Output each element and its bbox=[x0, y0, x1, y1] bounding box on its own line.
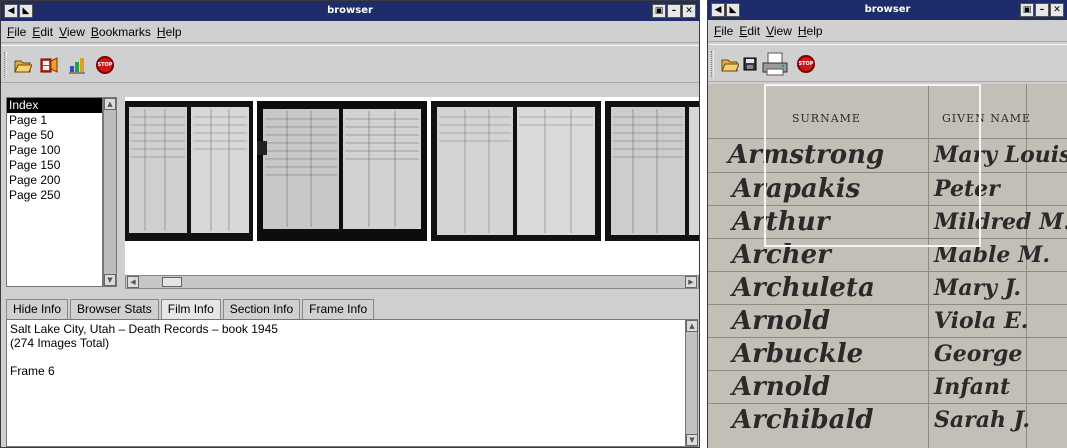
close-icon[interactable]: ✕ bbox=[1050, 3, 1064, 17]
record-surname: Arnold bbox=[732, 306, 831, 336]
info-panel[interactable]: Salt Lake City, Utah – Death Records – b… bbox=[6, 319, 686, 447]
scroll-left-arrow-icon[interactable]: ◀ bbox=[127, 276, 139, 288]
record-given-name: Viola E. bbox=[934, 308, 1029, 334]
row-divider bbox=[708, 337, 1067, 338]
row-divider bbox=[708, 271, 1067, 272]
menu-edit[interactable]: Edit bbox=[739, 24, 760, 38]
record-given-name: Infant bbox=[934, 374, 1011, 400]
menu-file[interactable]: File bbox=[7, 25, 26, 39]
frame-thumbnail[interactable] bbox=[125, 101, 253, 241]
record-given-name: Sarah J. bbox=[934, 407, 1031, 433]
close-icon[interactable]: ✕ bbox=[682, 4, 696, 18]
list-item[interactable]: Page 50 bbox=[7, 128, 102, 143]
info-line-count: (274 Images Total) bbox=[10, 336, 110, 350]
menu-bar: File Edit View Help bbox=[708, 20, 1067, 42]
printer-icon[interactable] bbox=[760, 50, 790, 78]
toolbar-grip[interactable] bbox=[4, 52, 7, 78]
record-given-name: Mary J. bbox=[934, 275, 1022, 301]
list-item[interactable]: Page 150 bbox=[7, 158, 102, 173]
list-item[interactable]: Page 250 bbox=[7, 188, 102, 203]
row-divider bbox=[708, 403, 1067, 404]
list-item[interactable]: Page 200 bbox=[7, 173, 102, 188]
record-given-name: George bbox=[934, 341, 1023, 367]
row-divider bbox=[708, 304, 1067, 305]
restore-icon[interactable]: ▣ bbox=[1020, 3, 1034, 17]
open-folder-icon[interactable] bbox=[720, 54, 740, 74]
minimize-icon[interactable]: – bbox=[667, 4, 681, 18]
film-reel-icon[interactable] bbox=[39, 55, 59, 75]
minimize-icon[interactable]: – bbox=[1035, 3, 1049, 17]
filmstrip-thumbnails[interactable] bbox=[125, 97, 699, 275]
list-item[interactable]: Page 100 bbox=[7, 143, 102, 158]
tab-section-info[interactable]: Section Info bbox=[222, 299, 301, 319]
open-folder-icon[interactable] bbox=[13, 55, 33, 75]
title-bar[interactable]: ◀ ◣ browser ▣ – ✕ bbox=[708, 0, 1067, 20]
menu-bookmarks[interactable]: Bookmarks bbox=[91, 25, 151, 39]
save-disk-icon[interactable] bbox=[740, 54, 760, 74]
toolbar: STOP bbox=[1, 45, 699, 83]
menu-bar: File Edit View Bookmarks Help bbox=[1, 21, 699, 43]
record-surname: Arnold bbox=[732, 372, 831, 402]
toolbar-grip[interactable] bbox=[711, 51, 714, 77]
row-divider bbox=[708, 370, 1067, 371]
scroll-down-arrow-icon[interactable]: ▼ bbox=[686, 434, 698, 446]
tab-frame-info[interactable]: Frame Info bbox=[302, 299, 375, 319]
window-title: browser bbox=[327, 5, 373, 16]
scroll-up-arrow-icon[interactable]: ▲ bbox=[686, 320, 698, 332]
title-bar[interactable]: ◀ ◣ browser ▣ – ✕ bbox=[1, 1, 699, 21]
filmstrip-scrollbar[interactable]: ◀ ▶ bbox=[125, 275, 699, 289]
info-tabs: Hide Info Browser Stats Film Info Sectio… bbox=[6, 299, 376, 319]
tab-browser-stats[interactable]: Browser Stats bbox=[70, 299, 159, 319]
restore-icon[interactable]: ▣ bbox=[652, 4, 666, 18]
scroll-right-arrow-icon[interactable]: ▶ bbox=[685, 276, 697, 288]
menu-view[interactable]: View bbox=[59, 25, 85, 39]
menu-view[interactable]: View bbox=[766, 24, 792, 38]
frame-thumbnail[interactable] bbox=[257, 101, 427, 241]
index-scrollbar[interactable]: ▲ ▼ bbox=[103, 97, 117, 287]
scroll-thumb[interactable] bbox=[162, 277, 182, 287]
window-title: browser bbox=[864, 4, 911, 15]
info-line-frame: Frame 6 bbox=[10, 364, 55, 378]
selection-rectangle[interactable] bbox=[764, 84, 981, 247]
menu-help[interactable]: Help bbox=[157, 25, 182, 39]
tab-hide-info[interactable]: Hide Info bbox=[6, 299, 69, 319]
stop-icon[interactable]: STOP bbox=[95, 55, 115, 75]
toolbar: STOP bbox=[708, 44, 1067, 82]
list-item[interactable]: Index bbox=[7, 98, 102, 113]
frame-thumbnail[interactable] bbox=[431, 101, 601, 241]
chart-icon[interactable] bbox=[67, 55, 87, 75]
info-line-title: Salt Lake City, Utah – Death Records – b… bbox=[10, 322, 278, 336]
record-image-viewer[interactable]: SURNAME GIVEN NAME Armstrong Mary Louis … bbox=[708, 84, 1067, 448]
scroll-up-arrow-icon[interactable]: ▲ bbox=[104, 98, 116, 110]
stop-icon-label: STOP bbox=[797, 55, 815, 73]
list-item[interactable]: Page 1 bbox=[7, 113, 102, 128]
record-surname: Archuleta bbox=[732, 273, 875, 303]
stop-icon[interactable]: STOP bbox=[796, 54, 816, 74]
menu-help[interactable]: Help bbox=[798, 24, 823, 38]
scroll-down-arrow-icon[interactable]: ▼ bbox=[104, 274, 116, 286]
index-list[interactable]: Index Page 1 Page 50 Page 100 Page 150 P… bbox=[6, 97, 103, 287]
record-surname: Arbuckle bbox=[732, 339, 864, 369]
menu-file[interactable]: File bbox=[714, 24, 733, 38]
info-scrollbar[interactable]: ▲ ▼ bbox=[685, 319, 698, 447]
browser-window-viewer: ◀ ◣ browser ▣ – ✕ File Edit View Help ST… bbox=[707, 0, 1067, 448]
record-surname: Archibald bbox=[732, 405, 874, 435]
stop-icon-label: STOP bbox=[96, 56, 114, 74]
menu-edit[interactable]: Edit bbox=[32, 25, 53, 39]
tab-film-info[interactable]: Film Info bbox=[160, 299, 221, 319]
frame-thumbnail[interactable] bbox=[605, 101, 699, 241]
browser-window-main: ◀ ◣ browser ▣ – ✕ File Edit View Bookmar… bbox=[0, 0, 700, 448]
